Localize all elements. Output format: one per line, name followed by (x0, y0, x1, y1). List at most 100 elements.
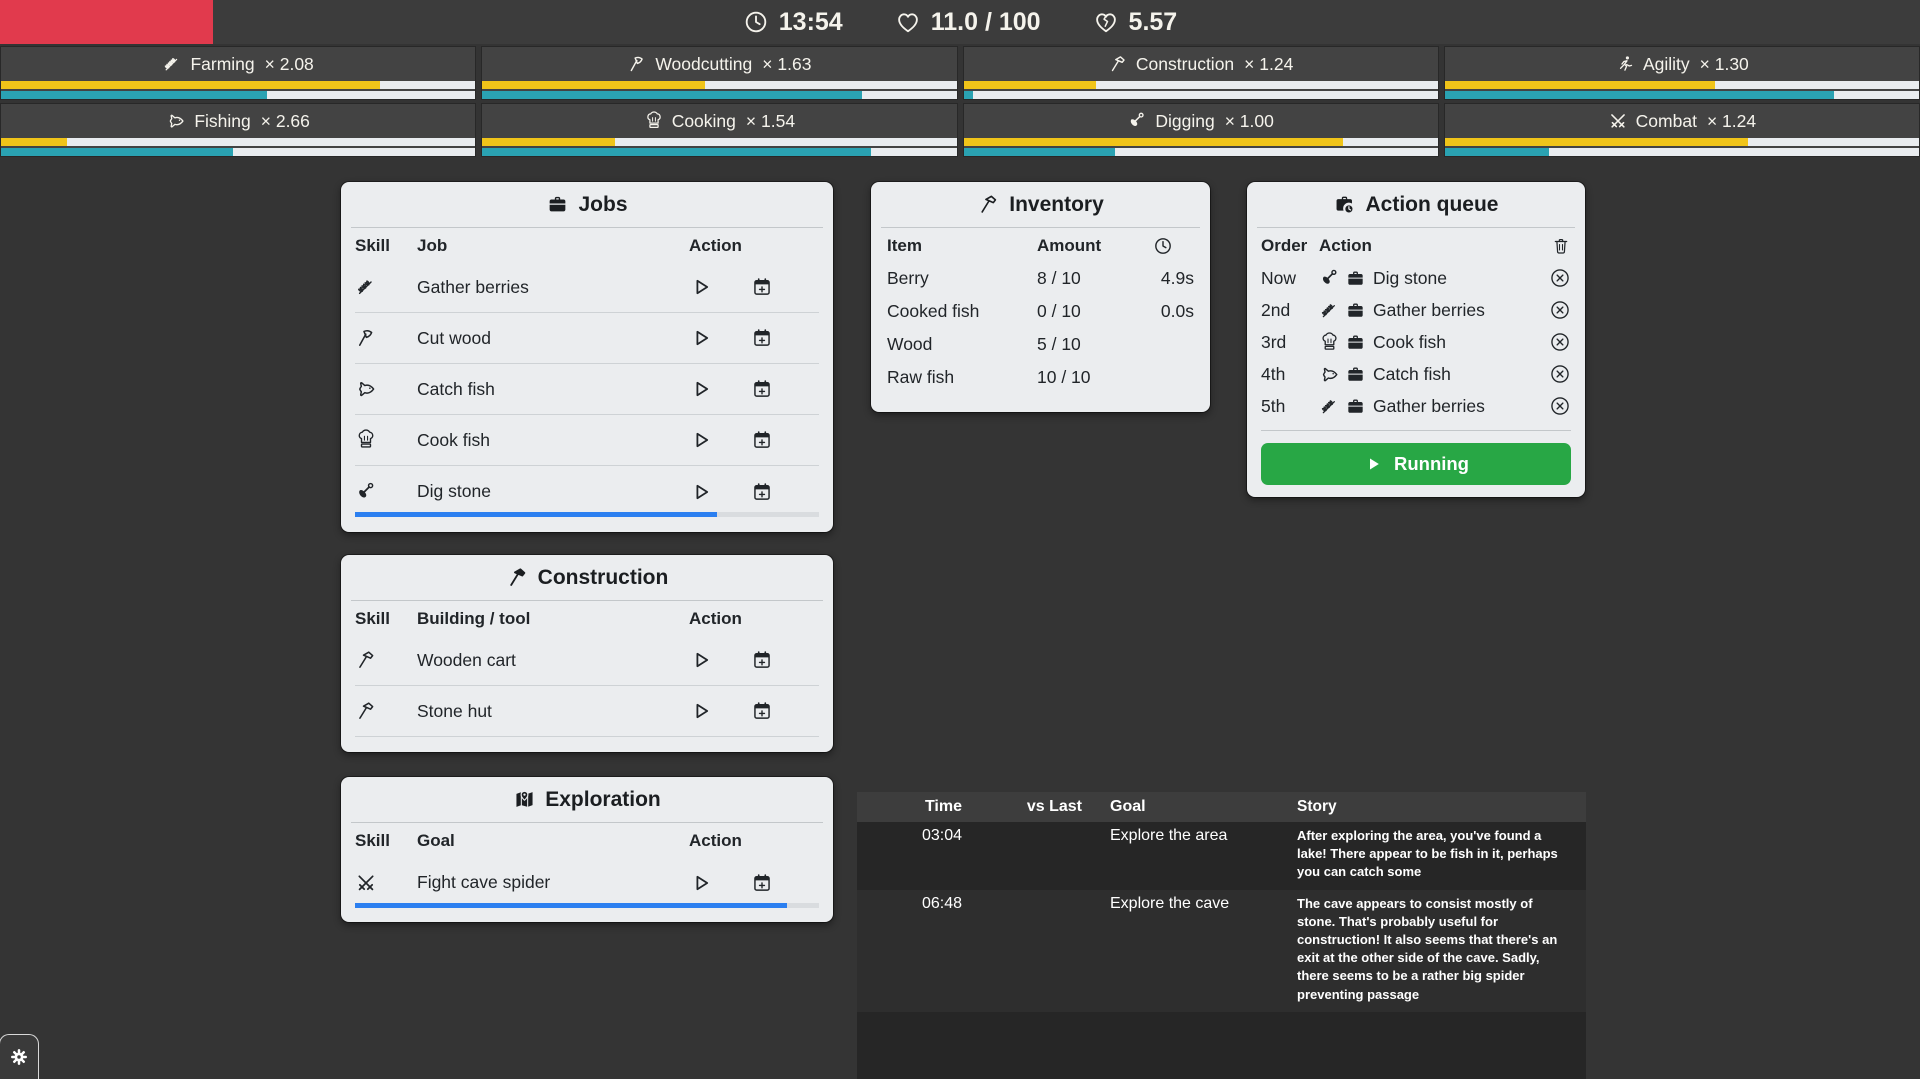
construction-panel: Construction Skill Building / tool Actio… (341, 555, 833, 752)
skill-name: Digging (1155, 110, 1215, 131)
clock-icon (743, 9, 769, 35)
xp-bar (482, 81, 957, 89)
speed-bar-fill (1, 91, 267, 99)
hammer-icon (355, 649, 377, 671)
play-icon (689, 699, 713, 723)
skill-name: Farming (190, 53, 255, 74)
x-circle-icon (1549, 363, 1571, 385)
item-name: Wood (887, 334, 933, 354)
play-icon (689, 480, 713, 504)
col-skill: Skill (355, 609, 390, 628)
speed-bar (482, 89, 957, 99)
queue-build-button[interactable] (751, 700, 773, 722)
xp-bar (1, 81, 476, 89)
progress-bar-fill (355, 903, 787, 908)
jobs-panel: Jobs Skill Job Action Gather berries Cut… (341, 182, 833, 532)
skill-panel-agility: Agility × 1.30 (1443, 46, 1920, 100)
remove-action-button[interactable] (1549, 395, 1571, 417)
story-text: After exploring the area, you've found a… (1297, 828, 1558, 880)
calendar-plus-icon (751, 649, 773, 671)
queue-row-4th: 4th Catch fish (1261, 358, 1571, 390)
queue-job-button[interactable] (751, 327, 773, 349)
speed-bar (1, 146, 476, 156)
queue-job-button[interactable] (751, 378, 773, 400)
health-alert-bar (0, 0, 213, 44)
x-circle-icon (1549, 267, 1571, 289)
skill-multiplier: × 1.54 (745, 110, 796, 131)
remove-action-button[interactable] (1549, 267, 1571, 289)
briefcase-icon (546, 193, 569, 216)
skill-multiplier: × 1.30 (1699, 53, 1749, 74)
axe-icon (627, 54, 647, 74)
exploration-row-fight-cave-spider: Fight cave spider (355, 857, 819, 908)
crossed-swords-icon (355, 872, 377, 894)
start-job-button[interactable] (689, 480, 713, 504)
start-job-button[interactable] (689, 275, 713, 299)
queue-job-button[interactable] (751, 481, 773, 503)
col-action: Action (689, 831, 742, 850)
chef-hat-icon (1319, 332, 1340, 353)
remove-action-button[interactable] (1549, 363, 1571, 385)
fish-icon (166, 111, 186, 131)
queue-action-label: Gather berries (1373, 395, 1485, 416)
play-icon (689, 275, 713, 299)
action-queue-title: Action queue (1257, 182, 1575, 228)
exploration-panel-title: Exploration (351, 777, 823, 823)
start-job-button[interactable] (689, 377, 713, 401)
goal-label: Fight cave spider (417, 872, 551, 892)
remove-action-button[interactable] (1549, 299, 1571, 321)
game-time-value: 13:54 (778, 7, 843, 36)
queue-job-button[interactable] (751, 429, 773, 451)
run-queue-button[interactable]: Running (1261, 443, 1571, 485)
clear-queue-button[interactable] (1551, 236, 1571, 256)
col-item: Item (887, 236, 922, 255)
start-build-button[interactable] (689, 699, 713, 723)
clock-icon (1153, 236, 1173, 256)
wheat-icon (162, 54, 182, 74)
xp-bar (963, 81, 1438, 89)
fish-icon (1319, 364, 1340, 385)
wheat-icon (355, 276, 377, 298)
queue-order: 3rd (1261, 331, 1287, 352)
skill-name: Fishing (194, 110, 251, 131)
settings-button[interactable] (0, 1034, 39, 1079)
inventory-panel-title: Inventory (881, 182, 1200, 228)
skill-name: Agility (1642, 53, 1690, 74)
start-job-button[interactable] (689, 326, 713, 350)
xp-bar-fill (482, 138, 616, 146)
exploration-progress-bar (355, 903, 819, 908)
queue-row-2nd: 2nd Gather berries (1261, 294, 1571, 326)
skill-name: Construction (1135, 53, 1235, 74)
speed-bar-fill (482, 91, 862, 99)
queue-row-5th: 5th Gather berries (1261, 390, 1571, 422)
hammer-icon (355, 700, 377, 722)
story-row-explore-area: 03:04 Explore the area After exploring t… (857, 822, 1586, 890)
queue-row-3rd: 3rd Cook fish (1261, 326, 1571, 358)
job-row-dig-stone: Dig stone (355, 466, 819, 517)
wheat-icon (1319, 300, 1340, 321)
item-name: Berry (887, 268, 929, 288)
xp-bar-fill (1444, 81, 1716, 89)
xp-bar-fill (1444, 138, 1749, 146)
item-name: Raw fish (887, 367, 955, 387)
queue-build-button[interactable] (751, 649, 773, 671)
col-skill: Skill (355, 236, 390, 255)
calendar-plus-icon (751, 481, 773, 503)
queue-exploration-button[interactable] (751, 872, 773, 894)
briefcase-icon (1345, 364, 1366, 385)
start-build-button[interactable] (689, 648, 713, 672)
exploration-table-header: Skill Goal Action (355, 825, 819, 857)
queue-job-button[interactable] (751, 276, 773, 298)
speed-bar-fill (1, 148, 234, 156)
remove-action-button[interactable] (1549, 331, 1571, 353)
chef-hat-icon (355, 429, 377, 451)
item-name: Cooked fish (887, 301, 980, 321)
start-exploration-button[interactable] (689, 871, 713, 895)
speed-bar-fill (963, 91, 973, 99)
shovel-icon (355, 481, 377, 503)
item-time: 4.9s (1160, 268, 1194, 288)
job-row-cut-wood: Cut wood (355, 313, 819, 364)
construction-row-wooden-cart: Wooden cart (355, 635, 819, 686)
start-job-button[interactable] (689, 428, 713, 452)
xp-bar (1444, 138, 1919, 146)
